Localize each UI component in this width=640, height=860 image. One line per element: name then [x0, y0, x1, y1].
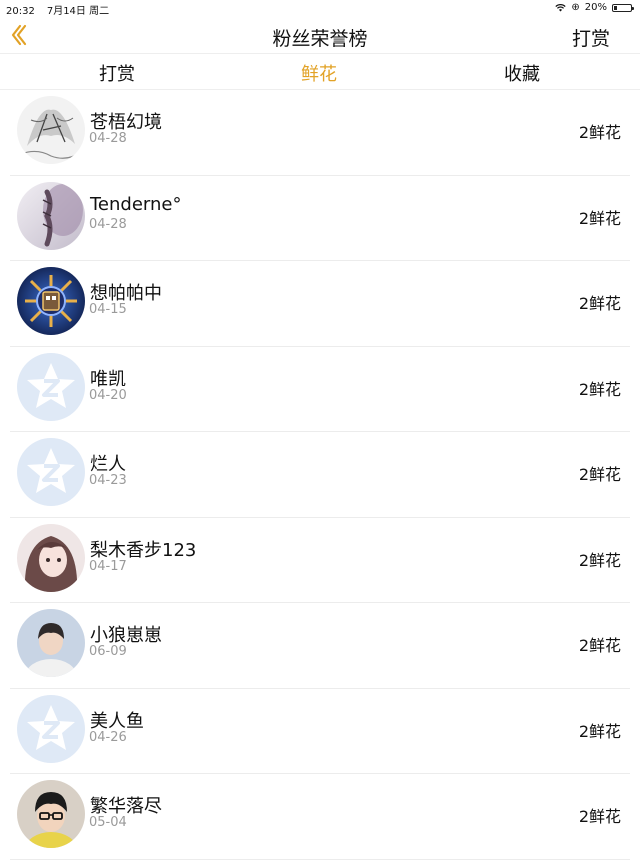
- fan-date: 04-20: [89, 387, 127, 403]
- fan-date: 04-26: [89, 729, 127, 745]
- battery-icon: [612, 3, 634, 12]
- list-item[interactable]: Tenderne° 04-28 2鲜花: [0, 176, 640, 262]
- sketch-avatar: [17, 96, 85, 164]
- flower-count: 2鲜花: [578, 465, 621, 484]
- tab-flowers[interactable]: 鲜花: [301, 60, 337, 86]
- tab-reward[interactable]: 打赏: [99, 60, 135, 86]
- list-item[interactable]: 苍梧幻境 04-28 2鲜花: [0, 90, 640, 176]
- nav-bar: 粉丝荣誉榜 打赏: [0, 16, 640, 53]
- braid-avatar: [17, 181, 85, 250]
- reward-button[interactable]: 打赏: [572, 24, 610, 51]
- fan-date: 04-17: [89, 558, 127, 574]
- default-qq-avatar: [17, 352, 85, 421]
- status-bar: 20:32 7月14日 周二 ⊕ 20%: [0, 0, 640, 17]
- flower-count: 2鲜花: [578, 550, 621, 570]
- status-right: ⊕ 20%: [555, 2, 634, 13]
- list-item[interactable]: 烂人 04-23 2鲜花: [0, 432, 640, 518]
- list-item[interactable]: 繁华落尽 05-04 2鲜花: [0, 774, 640, 860]
- page-title: 粉丝荣誉榜: [272, 28, 368, 50]
- wifi-icon: [555, 3, 567, 12]
- badge-avatar: [17, 267, 85, 335]
- fan-date: 04-23: [89, 473, 127, 488]
- flower-count: 2鲜花: [578, 123, 621, 142]
- flower-count: 2鲜花: [578, 379, 621, 399]
- fan-name: Tenderne°: [90, 193, 182, 215]
- fan-date: 05-04: [89, 815, 127, 830]
- flower-count: 2鲜花: [578, 721, 621, 741]
- fan-date: 04-28: [89, 131, 127, 146]
- flower-count: 2鲜花: [578, 208, 621, 228]
- fan-date: 04-15: [89, 302, 127, 317]
- list-item[interactable]: 小狼崽崽 06-09 2鲜花: [0, 603, 640, 689]
- boy-photo-avatar: [17, 609, 85, 677]
- rotation-lock-icon: ⊕: [571, 2, 580, 13]
- default-qq-avatar: [17, 694, 85, 763]
- fan-date: 06-09: [89, 644, 127, 659]
- back-button[interactable]: [6, 22, 30, 48]
- list-item[interactable]: 美人鱼 04-26 2鲜花: [0, 689, 640, 775]
- chevron-left-icon: [11, 24, 27, 46]
- glasses-boy-avatar: [17, 780, 85, 848]
- flower-count: 2鲜花: [578, 807, 621, 826]
- fan-list: 苍梧幻境 04-28 2鲜花 Tenderne° 04-28 2鲜花 想帕帕中 …: [0, 90, 640, 860]
- flower-count: 2鲜花: [578, 636, 621, 655]
- tab-favorites[interactable]: 收藏: [504, 60, 540, 86]
- status-left: 20:32 7月14日 周二: [6, 2, 109, 17]
- list-item[interactable]: 梨木香步123 04-17 2鲜花: [0, 518, 640, 604]
- battery-percent: 20%: [584, 2, 607, 13]
- fan-date: 04-28: [89, 216, 127, 232]
- anime-girl-avatar: [17, 523, 85, 592]
- list-item[interactable]: 想帕帕中 04-15 2鲜花: [0, 261, 640, 347]
- tab-bar: 打赏 鲜花 收藏: [0, 53, 640, 90]
- list-item[interactable]: 唯凯 04-20 2鲜花: [0, 347, 640, 433]
- flower-count: 2鲜花: [578, 294, 621, 313]
- battery-fill: [614, 5, 617, 10]
- default-qq-avatar: [17, 438, 85, 506]
